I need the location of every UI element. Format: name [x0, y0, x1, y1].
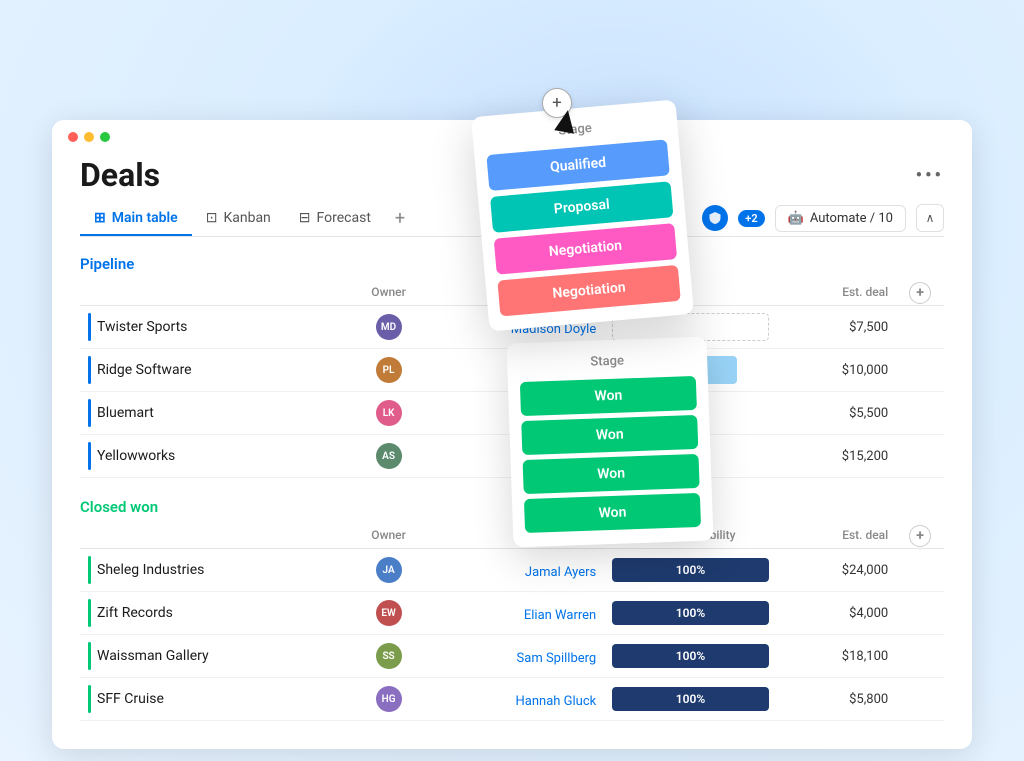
main-table-label: Main table — [112, 210, 178, 226]
cw-col-add: + — [896, 524, 944, 549]
col-name-header — [80, 281, 345, 306]
kanban-label: Kanban — [223, 210, 270, 226]
cw-avatar-4: HG — [376, 686, 402, 712]
cw-row-3: Waissman Gallery SS Sam Spillberg 100% $ — [80, 635, 944, 678]
more-options-button[interactable]: ••• — [916, 165, 944, 186]
main-table-icon: ⊞ — [94, 210, 106, 226]
automate-icon: 🤖 — [788, 211, 804, 226]
cw-name-4: SFF Cruise — [97, 691, 164, 707]
owner-avatar-2: PL — [376, 357, 402, 383]
popup-won-header: Stage — [519, 351, 695, 372]
cw-est-2: $4,000 — [777, 592, 896, 635]
est-deal-3: $5,500 — [777, 392, 896, 435]
cw-name-1: Sheleg Industries — [97, 562, 204, 578]
tab-kanban[interactable]: ⊡ Kanban — [192, 202, 285, 236]
est-deal-2: $10,000 — [777, 349, 896, 392]
dot-red — [68, 132, 78, 142]
kanban-icon: ⊡ — [206, 210, 218, 226]
automate-button[interactable]: 🤖 Automate / 10 — [775, 205, 906, 232]
won-item-2[interactable]: Won — [521, 415, 698, 455]
cursor-icon — [554, 108, 578, 133]
add-tab-button[interactable]: + — [385, 200, 415, 237]
cw-name-2: Zift Records — [97, 605, 173, 621]
cw-indicator-4 — [88, 685, 91, 713]
prob-bar-4: 100% — [612, 687, 769, 711]
cw-row-2: Zift Records EW Elian Warren 100% $4,000 — [80, 592, 944, 635]
cw-est-4: $5,800 — [777, 678, 896, 721]
automate-label: Automate / 10 — [810, 211, 893, 226]
est-deal-1: $7,500 — [777, 306, 896, 349]
won-item-3[interactable]: Won — [523, 454, 700, 494]
won-item-1[interactable]: Won — [520, 376, 697, 416]
cw-row-4: SFF Cruise HG Hannah Gluck 100% $5,800 — [80, 678, 944, 721]
closed-won-section: Closed won Owner Contacts Close probabil… — [80, 498, 944, 721]
cw-indicator-1 — [88, 556, 91, 584]
page-title: Deals — [80, 156, 160, 194]
won-item-4[interactable]: Won — [524, 493, 701, 533]
prob-bar-3: 100% — [612, 644, 769, 668]
prob-bar-2: 100% — [612, 601, 769, 625]
deal-name-4: Yellowworks — [97, 448, 175, 464]
col-add-header: + — [896, 281, 944, 306]
stage-negotiation2-item[interactable]: Negotiation — [497, 265, 680, 317]
col-est-header: Est. deal — [777, 281, 896, 306]
deal-name-2: Ridge Software — [97, 362, 192, 378]
forecast-icon: ⊟ — [299, 210, 311, 226]
collapse-button[interactable]: ∧ — [916, 204, 944, 232]
add-column-button-cw[interactable]: + — [909, 525, 931, 547]
cw-col-est: Est. deal — [777, 524, 896, 549]
cw-indicator-3 — [88, 642, 91, 670]
cw-indicator-2 — [88, 599, 91, 627]
owner-avatar-3: LK — [376, 400, 402, 426]
cw-name-3: Waissman Gallery — [97, 648, 209, 664]
row-indicator-4 — [88, 442, 91, 470]
shield-badge — [702, 205, 728, 231]
add-column-button-pipeline[interactable]: + — [909, 282, 931, 304]
cw-col-owner: Owner — [345, 524, 431, 549]
dot-green — [100, 132, 110, 142]
tab-main-table[interactable]: ⊞ Main table — [80, 202, 192, 236]
cw-est-3: $18,100 — [777, 635, 896, 678]
cw-avatar-3: SS — [376, 643, 402, 669]
row-indicator — [88, 313, 91, 341]
cw-contact-4[interactable]: Hannah Gluck — [515, 694, 596, 709]
dot-yellow — [84, 132, 94, 142]
cw-est-1: $24,000 — [777, 549, 896, 592]
closed-won-table: Owner Contacts Close probability Est. de… — [80, 524, 944, 721]
row-indicator-3 — [88, 399, 91, 427]
cw-contact-3[interactable]: Sam Spillberg — [517, 651, 597, 666]
row-indicator-2 — [88, 356, 91, 384]
col-owner-header: Owner — [345, 281, 431, 306]
cw-avatar-1: JA — [376, 557, 402, 583]
forecast-label: Forecast — [317, 210, 371, 226]
owner-avatar-4: AS — [376, 443, 402, 469]
cw-avatar-2: EW — [376, 600, 402, 626]
plus2-badge[interactable]: +2 — [738, 210, 764, 227]
deal-name-3: Bluemart — [97, 405, 154, 421]
cw-contact-2[interactable]: Elian Warren — [524, 608, 596, 623]
prob-bar-1: 100% — [612, 558, 769, 582]
deal-name: Twister Sports — [97, 319, 187, 335]
tab-forecast[interactable]: ⊟ Forecast — [285, 202, 385, 236]
est-deal-4: $15,200 — [777, 435, 896, 478]
cw-col-name — [80, 524, 345, 549]
owner-avatar-1: MD — [376, 314, 402, 340]
cw-contact-1[interactable]: Jamal Ayers — [525, 565, 596, 580]
stage-popup-card: Stage Qualified Proposal Negotiation Neg… — [471, 99, 694, 331]
won-popup-card: Stage Won Won Won Won — [507, 337, 714, 548]
cw-row-1: Sheleg Industries JA Jamal Ayers 100% $2 — [80, 549, 944, 592]
